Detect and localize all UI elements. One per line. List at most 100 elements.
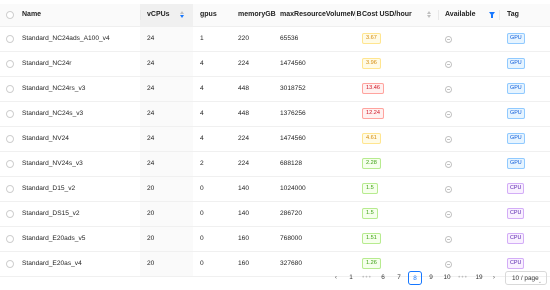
cost-badge: 1.5: [362, 207, 378, 219]
unavailable-icon: [445, 111, 452, 118]
col-header-available[interactable]: Available: [445, 4, 475, 26]
chevron-left-icon[interactable]: ‹: [329, 271, 343, 285]
cell-tag: GPU: [507, 102, 525, 126]
col-header-gpus[interactable]: gpus: [200, 4, 217, 26]
cell-memory: 224: [238, 160, 250, 167]
table-row[interactable]: Standard_NV24s_v3 24 2 224 688128 2.28 GPU: [0, 152, 550, 177]
cell-cost: 3.67: [362, 27, 381, 51]
unavailable-icon: [445, 36, 452, 43]
table-row[interactable]: Standard_NC24rs_v3 24 4 448 3018752 13.46 GPU: [0, 77, 550, 102]
unavailable-icon: [445, 236, 452, 243]
cell-cost: 1.51: [362, 227, 381, 251]
cell-tag: CPU: [507, 227, 525, 251]
cell-gpus: 0: [200, 185, 204, 192]
cell-tag: CPU: [507, 177, 525, 201]
cell-name: Standard_DS15_v2: [22, 210, 80, 217]
row-select-radio[interactable]: [6, 185, 14, 193]
header-select-radio: [6, 11, 14, 19]
cell-gpus: 2: [200, 160, 204, 167]
tag-badge: CPU: [507, 207, 525, 219]
cell-gpus: 4: [200, 60, 204, 67]
cell-tag: GPU: [507, 52, 525, 76]
page-item[interactable]: 9: [424, 271, 438, 285]
cell-maxresource: 1024000: [280, 185, 306, 192]
cost-badge: 1.51: [362, 232, 381, 244]
page-item[interactable]: 7: [392, 271, 406, 285]
cost-badge: 13.46: [362, 82, 384, 94]
sort-descending-icon[interactable]: [180, 11, 185, 19]
cell-maxresource: 3018752: [280, 85, 306, 92]
cell-memory: 140: [238, 210, 250, 217]
cell-vcpus: 24: [147, 35, 155, 42]
cell-memory: 160: [238, 260, 250, 267]
unavailable-icon: [445, 86, 452, 93]
row-select-radio[interactable]: [6, 85, 14, 93]
row-select-radio[interactable]: [6, 35, 14, 43]
cell-gpus: 0: [200, 210, 204, 217]
page-ellipsis[interactable]: •••: [360, 271, 374, 285]
tag-badge: CPU: [507, 182, 525, 194]
row-select-radio[interactable]: [6, 260, 14, 268]
row-select-radio[interactable]: [6, 60, 14, 68]
page-item[interactable]: 19: [472, 271, 486, 285]
cell-cost: 12.24: [362, 102, 384, 126]
unavailable-icon: [445, 211, 452, 218]
cell-vcpus: 24: [147, 160, 155, 167]
page-item[interactable]: 6: [376, 271, 390, 285]
cell-gpus: 4: [200, 110, 204, 117]
cost-badge: 3.96: [362, 57, 381, 69]
cell-gpus: 4: [200, 85, 204, 92]
page-ellipsis[interactable]: •••: [456, 271, 470, 285]
page-size-select[interactable]: 10 / page ⌄: [505, 271, 547, 285]
table-row[interactable]: Standard_E20ads_v5 20 0 160 768000 1.51 CPU: [0, 227, 550, 252]
cell-name: Standard_D15_v2: [22, 185, 76, 192]
cell-maxresource: 1474560: [280, 135, 306, 142]
cell-maxresource: 286720: [280, 210, 303, 217]
table-row[interactable]: Standard_DS15_v2 20 0 140 286720 1.5 CPU: [0, 202, 550, 227]
table-header: Name vCPUs gpus memoryGB maxResourceVolu…: [0, 4, 550, 27]
instance-table: Name vCPUs gpus memoryGB maxResourceVolu…: [0, 4, 550, 277]
col-header-vcpus[interactable]: vCPUs: [147, 4, 170, 26]
cost-badge: 1.26: [362, 257, 381, 269]
cell-maxresource: 768000: [280, 235, 303, 242]
row-select-radio[interactable]: [6, 135, 14, 143]
chevron-right-icon[interactable]: ›: [487, 271, 501, 285]
cell-cost: 13.46: [362, 77, 384, 101]
cell-name: Standard_E20ads_v5: [22, 235, 86, 242]
row-select-radio[interactable]: [6, 235, 14, 243]
cell-name: Standard_NC24s_v3: [22, 110, 84, 117]
cell-cost: 1.5: [362, 202, 378, 226]
cell-vcpus: 24: [147, 135, 155, 142]
row-select-radio[interactable]: [6, 160, 14, 168]
unavailable-icon: [445, 136, 452, 143]
col-header-memory[interactable]: memoryGB: [238, 4, 276, 26]
col-header-tag[interactable]: Tag: [507, 4, 519, 26]
filter-icon[interactable]: [489, 12, 495, 18]
row-select-radio[interactable]: [6, 210, 14, 218]
col-header-maxresource[interactable]: maxResourceVolumeMB: [280, 4, 362, 26]
cell-vcpus: 24: [147, 85, 155, 92]
cell-memory: 224: [238, 135, 250, 142]
cell-maxresource: 65536: [280, 35, 299, 42]
cell-cost: 2.28: [362, 152, 381, 176]
cell-gpus: 0: [200, 260, 204, 267]
page-item[interactable]: 1: [344, 271, 358, 285]
sort-icon[interactable]: [427, 11, 432, 19]
unavailable-icon: [445, 61, 452, 68]
table-row[interactable]: Standard_NC24ads_A100_v4 24 1 220 65536 3.67 G…: [0, 27, 550, 52]
cell-name: Standard_NV24: [22, 135, 69, 142]
tag-badge: GPU: [507, 107, 525, 119]
col-header-cost[interactable]: Cost USD/hour: [362, 4, 412, 26]
tag-badge: GPU: [507, 82, 525, 94]
col-header-name[interactable]: Name: [22, 4, 41, 26]
cell-vcpus: 20: [147, 210, 155, 217]
page-item[interactable]: 10: [440, 271, 454, 285]
table-row[interactable]: Standard_NC24s_v3 24 4 448 1376256 12.24 GPU: [0, 102, 550, 127]
tag-badge: GPU: [507, 57, 525, 69]
cell-name: Standard_E20as_v4: [22, 260, 82, 267]
table-row[interactable]: Standard_NV24 24 4 224 1474560 4.61 GPU: [0, 127, 550, 152]
row-select-radio[interactable]: [6, 110, 14, 118]
table-row[interactable]: Standard_D15_v2 20 0 140 1024000 1.5 CPU: [0, 177, 550, 202]
page-item-current[interactable]: 8: [408, 271, 422, 285]
table-row[interactable]: Standard_NC24r 24 4 224 1474560 3.96 GPU: [0, 52, 550, 77]
